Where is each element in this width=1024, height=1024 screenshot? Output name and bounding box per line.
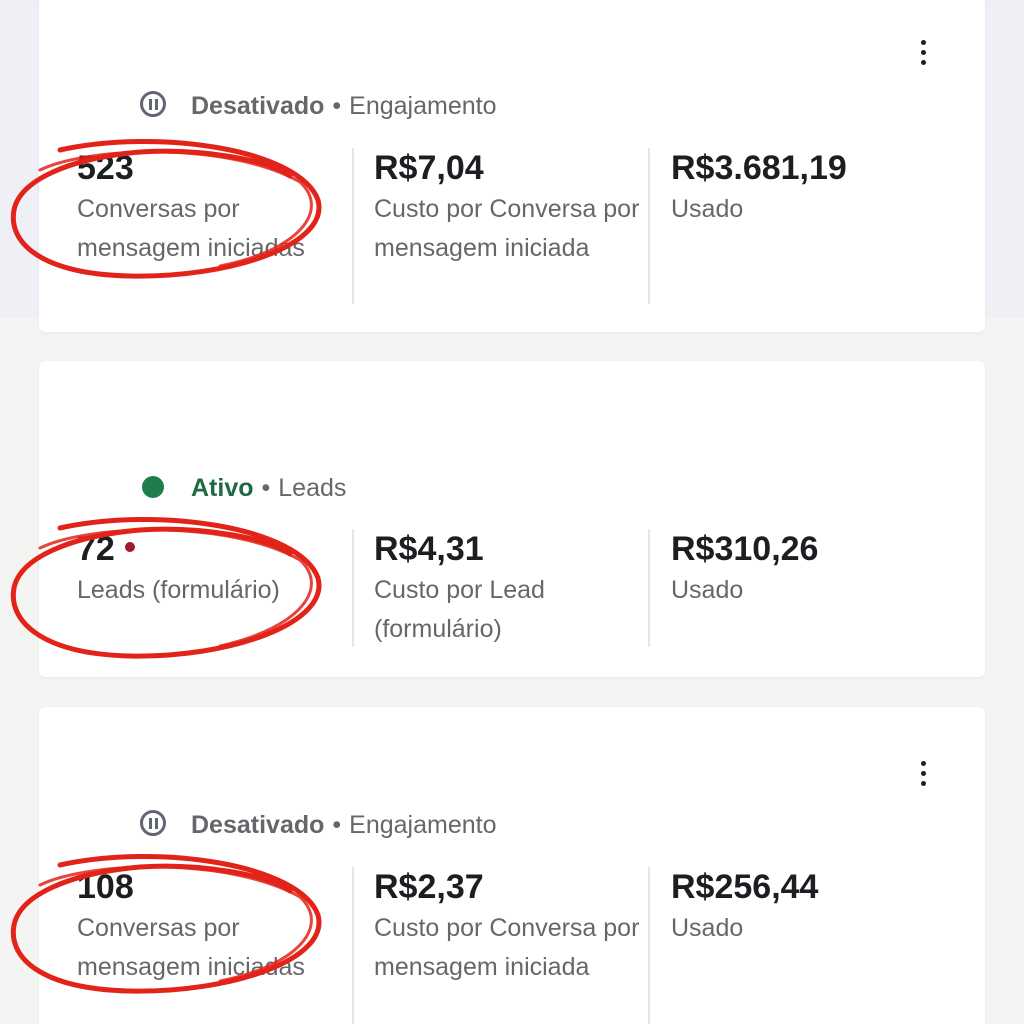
metric-value: R$3.681,19 [671, 149, 847, 187]
metric-value: R$7,04 [374, 149, 484, 187]
metric-label: Custo por Lead (formulário) [374, 576, 545, 643]
metric-label: Custo por Conversa por mensagem iniciada [374, 195, 640, 262]
metric-cost-per-result[interactable]: R$4,31 Custo por Lead (formulário) [374, 529, 649, 649]
metric-amount-spent[interactable]: R$3.681,19 Usado [671, 148, 941, 229]
campaign-status-line: Desativado • Engajamento [191, 92, 496, 121]
more-options-icon[interactable] [905, 30, 941, 74]
metric-value: 108 [77, 868, 134, 906]
campaign-card[interactable]: Desativado • Engajamento 523 Conversas por… [39, 0, 985, 332]
separator: • [332, 811, 342, 839]
metric-label: Usado [671, 914, 744, 942]
separator: • [261, 474, 271, 502]
divider [352, 529, 354, 647]
more-options-icon[interactable] [905, 751, 941, 795]
active-dot-icon [135, 469, 171, 505]
metric-results[interactable]: 108 Conversas por mensagem iniciadas [77, 867, 349, 987]
metric-amount-spent[interactable]: R$310,26 Usado [671, 529, 941, 610]
separator: • [332, 92, 342, 120]
metric-value: 72 [77, 529, 349, 569]
objective-label: Engajamento [349, 811, 497, 839]
metric-label: Conversas por mensagem iniciadas [77, 914, 305, 981]
metric-value: 523 [77, 149, 134, 187]
metric-results[interactable]: 72 Leads (formulário) [77, 529, 349, 610]
divider [352, 867, 354, 1024]
metric-amount-spent[interactable]: R$256,44 Usado [671, 867, 941, 948]
status-label: Desativado [191, 92, 325, 120]
divider [352, 148, 354, 304]
campaign-status-line: Ativo • Leads [191, 474, 346, 503]
metric-value: R$256,44 [671, 868, 819, 906]
metric-value: R$310,26 [671, 530, 819, 568]
redacted-campaign-name [79, 407, 209, 459]
metric-cost-per-result[interactable]: R$7,04 Custo por Conversa por mensagem i… [374, 148, 649, 268]
campaign-card[interactable]: Desativado • Engajamento 108 Conversas por… [39, 707, 985, 1024]
metric-cost-per-result[interactable]: R$2,37 Custo por Conversa por mensagem i… [374, 867, 649, 987]
pause-icon [135, 805, 171, 841]
status-label: Ativo [191, 474, 254, 502]
campaign-card[interactable]: Ativo • Leads 72 Leads (formulário) R$4,31… [39, 361, 985, 677]
metric-label: Usado [671, 195, 744, 223]
metric-results[interactable]: 523 Conversas por mensagem iniciadas [77, 148, 349, 268]
metric-value: R$4,31 [374, 530, 484, 568]
metric-label: Usado [671, 576, 744, 604]
campaign-status-line: Desativado • Engajamento [191, 811, 496, 840]
alert-dot-icon [124, 542, 135, 553]
objective-label: Engajamento [349, 92, 497, 120]
status-label: Desativado [191, 811, 325, 839]
metric-label: Conversas por mensagem iniciadas [77, 195, 305, 262]
pause-icon [135, 86, 171, 122]
redacted-campaign-name [79, 18, 189, 70]
metric-value: R$2,37 [374, 868, 484, 906]
metric-label: Leads (formulário) [77, 576, 280, 604]
objective-label: Leads [278, 474, 347, 502]
metric-label: Custo por Conversa por mensagem iniciada [374, 914, 640, 981]
